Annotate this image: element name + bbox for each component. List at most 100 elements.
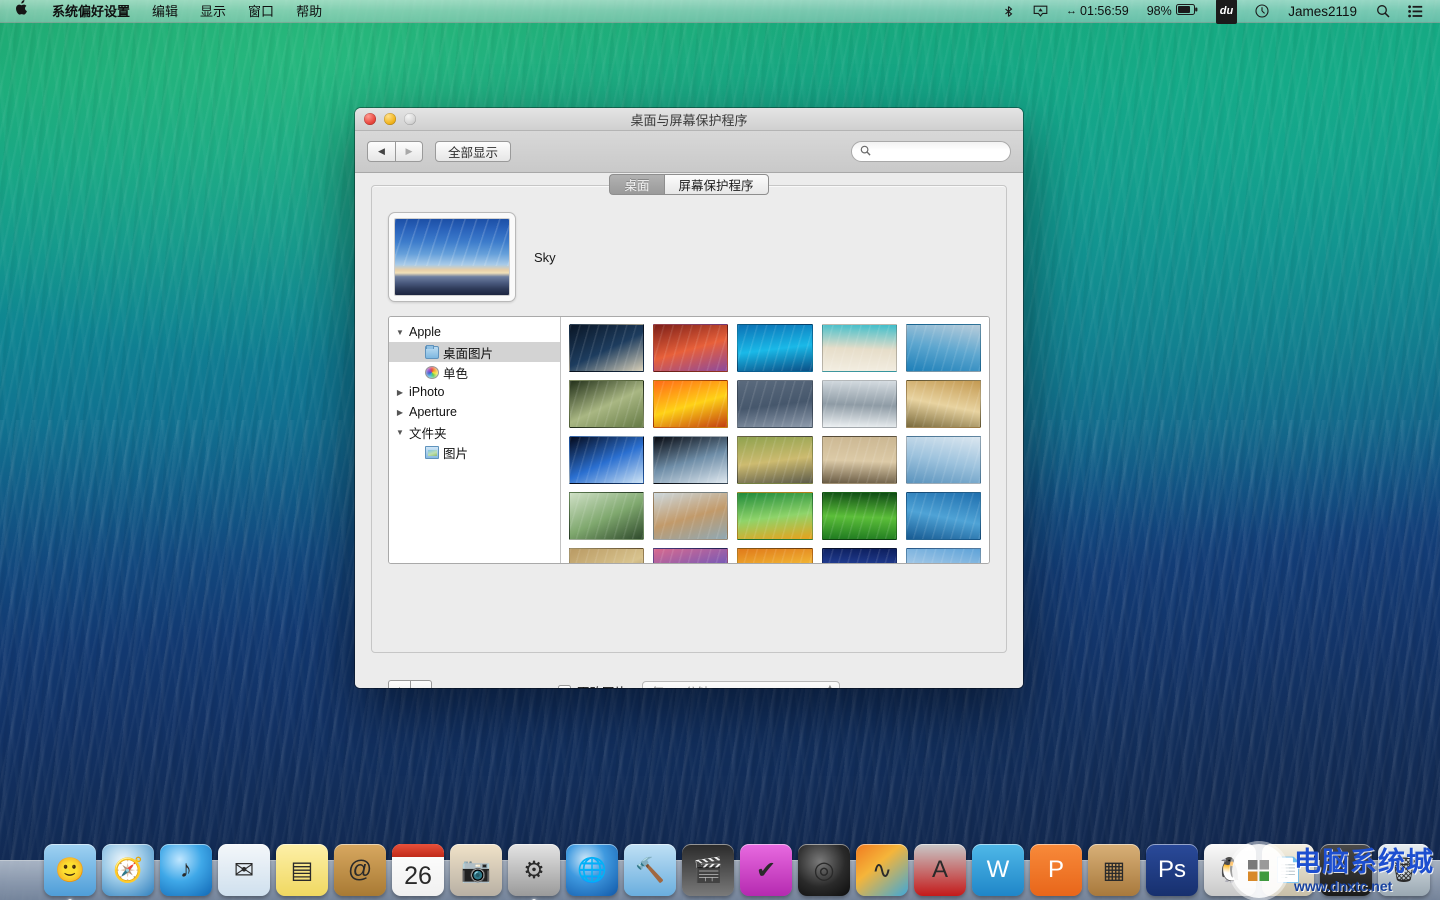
source-list-item[interactable]: ▶Aperture xyxy=(389,402,560,422)
wallpaper-thumbnail[interactable] xyxy=(906,548,981,563)
dock-icon-microsoft-word[interactable]: W xyxy=(972,844,1024,896)
wallpaper-options: 更改图片: 每 30 分钟 ▲▼ 随机顺序 ✔ 半透明菜单 xyxy=(558,680,840,688)
dock-icon-contacts[interactable]: @ xyxy=(334,844,386,896)
wallpaper-thumbnail[interactable] xyxy=(906,492,981,540)
remove-folder-button[interactable]: − xyxy=(410,680,432,688)
source-list-item[interactable]: ▼文件夹 xyxy=(389,422,560,442)
change-picture-row: 更改图片: 每 30 分钟 ▲▼ xyxy=(558,680,840,688)
source-list-item-label: 图片 xyxy=(443,443,468,462)
thumbnail-sheen xyxy=(570,549,643,563)
dock-icon-finder[interactable]: 🙂 xyxy=(44,844,96,896)
wallpaper-thumbnail[interactable] xyxy=(737,324,812,372)
wallpaper-thumbnail[interactable] xyxy=(653,548,728,563)
wallpaper-thumbnail[interactable] xyxy=(569,492,644,540)
disclosure-closed-icon[interactable]: ▶ xyxy=(395,408,405,417)
wallpaper-thumbnail[interactable] xyxy=(737,436,812,484)
menu-item-view[interactable]: 显示 xyxy=(189,0,237,23)
close-button[interactable] xyxy=(364,113,376,125)
dock-icon-glyph: 🧭 xyxy=(113,856,143,885)
wallpaper-thumbnail[interactable] xyxy=(822,436,897,484)
wallpaper-thumbnail[interactable] xyxy=(653,380,728,428)
menu-item-system-preferences[interactable]: 系统偏好设置 xyxy=(41,0,141,23)
dock-icon-glyph: 🙂 xyxy=(55,856,85,885)
wallpaper-thumbnail[interactable] xyxy=(569,324,644,372)
wallpaper-thumbnail[interactable] xyxy=(822,380,897,428)
dock-icon-xcode[interactable]: 🔨 xyxy=(624,844,676,896)
add-folder-button[interactable]: + xyxy=(388,680,410,688)
calendar-header xyxy=(392,844,444,857)
dock-icon-autocad[interactable]: A xyxy=(914,844,966,896)
time-display[interactable]: ↔01:56:59 xyxy=(1057,0,1138,23)
source-list-item[interactable]: 图片 xyxy=(389,442,560,462)
change-picture-checkbox[interactable] xyxy=(558,685,571,689)
wallpaper-thumbnail[interactable] xyxy=(653,436,728,484)
tab-desktop[interactable]: 桌面 xyxy=(609,174,663,195)
search-icon[interactable] xyxy=(1367,0,1399,23)
preview-frame[interactable] xyxy=(388,212,516,302)
menu-item-edit[interactable]: 编辑 xyxy=(141,0,189,23)
dock-icon-omnifocus[interactable]: ✔ xyxy=(740,844,792,896)
source-list-item[interactable]: 单色 xyxy=(389,362,560,382)
disclosure-open-icon[interactable]: ▼ xyxy=(395,428,405,437)
wallpaper-thumbnail[interactable] xyxy=(822,548,897,563)
airplay-icon[interactable] xyxy=(1024,0,1057,23)
thumbnail-sheen xyxy=(907,381,980,427)
search-field[interactable] xyxy=(851,141,1011,162)
desktop-pane: 桌面 屏幕保护程序 Sky ▼Apple桌面图片单色▶iPhoto▶Apertu… xyxy=(371,185,1007,653)
wallpaper-thumbnail[interactable] xyxy=(906,324,981,372)
menu-item-help[interactable]: 帮助 xyxy=(285,0,333,23)
source-list-item[interactable]: 桌面图片 xyxy=(389,342,560,362)
wallpaper-thumbnail[interactable] xyxy=(569,548,644,563)
wallpaper-thumbnail[interactable] xyxy=(737,380,812,428)
dock-icon-photoshop[interactable]: Ps xyxy=(1146,844,1198,896)
interval-popup-button[interactable]: 每 30 分钟 ▲▼ xyxy=(642,681,840,689)
battery-status[interactable]: 98% xyxy=(1138,0,1207,23)
wallpaper-thumbnail[interactable] xyxy=(569,436,644,484)
wallpaper-thumbnail[interactable] xyxy=(737,548,812,563)
bluetooth-icon[interactable] xyxy=(993,0,1024,23)
notification-center-icon[interactable] xyxy=(1399,0,1432,23)
wallpaper-thumbnail[interactable] xyxy=(737,492,812,540)
source-list[interactable]: ▼Apple桌面图片单色▶iPhoto▶Aperture▼文件夹图片 xyxy=(389,317,561,563)
dock-icon-final-cut-pro[interactable]: 🎬 xyxy=(682,844,734,896)
dock-icon-system-preferences[interactable]: ⚙ xyxy=(508,844,560,896)
dock-icon-safari[interactable]: 🧭 xyxy=(102,844,154,896)
thumbnail-sheen xyxy=(907,493,980,539)
back-arrow-icon[interactable]: ◀ xyxy=(367,141,395,162)
wallpaper-thumbnail[interactable] xyxy=(822,492,897,540)
tab-screensaver[interactable]: 屏幕保护程序 xyxy=(664,174,769,195)
wallpaper-thumbnail[interactable] xyxy=(822,324,897,372)
wallpaper-thumbnail[interactable] xyxy=(653,492,728,540)
dock-icon-stickies[interactable]: ▤ xyxy=(276,844,328,896)
dock-icon-matlab[interactable]: ∿ xyxy=(856,844,908,896)
window-title-bar[interactable]: 桌面与屏幕保护程序 xyxy=(355,108,1023,131)
dock-icon-calendar[interactable]: 26 xyxy=(392,844,444,896)
search-input[interactable] xyxy=(876,145,1002,159)
source-list-item[interactable]: ▼Apple xyxy=(389,322,560,342)
user-menu[interactable]: James2119 xyxy=(1278,0,1367,23)
desktop: 系统偏好设置 编辑 显示 窗口 帮助 ↔01:56:59 98% xyxy=(0,0,1440,900)
zoom-button[interactable] xyxy=(404,113,416,125)
dock-icon-iphoto[interactable]: 📷 xyxy=(450,844,502,896)
dock-icon-keynote[interactable]: P xyxy=(1030,844,1082,896)
clock-icon[interactable] xyxy=(1246,0,1278,23)
show-all-button[interactable]: 全部显示 xyxy=(435,141,511,162)
disclosure-open-icon[interactable]: ▼ xyxy=(395,328,405,337)
wallpaper-thumbnail[interactable] xyxy=(906,380,981,428)
menu-item-window[interactable]: 窗口 xyxy=(237,0,285,23)
forward-arrow-icon[interactable]: ▶ xyxy=(395,141,423,162)
dock-icon-mail[interactable]: ✉ xyxy=(218,844,270,896)
wallpaper-thumbnail[interactable] xyxy=(569,380,644,428)
minimize-button[interactable] xyxy=(384,113,396,125)
dock-icon-itunes[interactable]: ♪ xyxy=(160,844,212,896)
dock-icon-aperture[interactable]: ◎ xyxy=(798,844,850,896)
input-method-icon[interactable]: du xyxy=(1207,0,1246,23)
thumbnail-grid[interactable] xyxy=(561,317,989,563)
wallpaper-thumbnail[interactable] xyxy=(906,436,981,484)
wallpaper-thumbnail[interactable] xyxy=(653,324,728,372)
source-list-item[interactable]: ▶iPhoto xyxy=(389,382,560,402)
disclosure-closed-icon[interactable]: ▶ xyxy=(395,388,405,397)
apple-logo-icon[interactable] xyxy=(0,0,41,23)
dock-icon-google-earth[interactable]: 🌐 xyxy=(566,844,618,896)
dock-icon-presentation[interactable]: ▦ xyxy=(1088,844,1140,896)
